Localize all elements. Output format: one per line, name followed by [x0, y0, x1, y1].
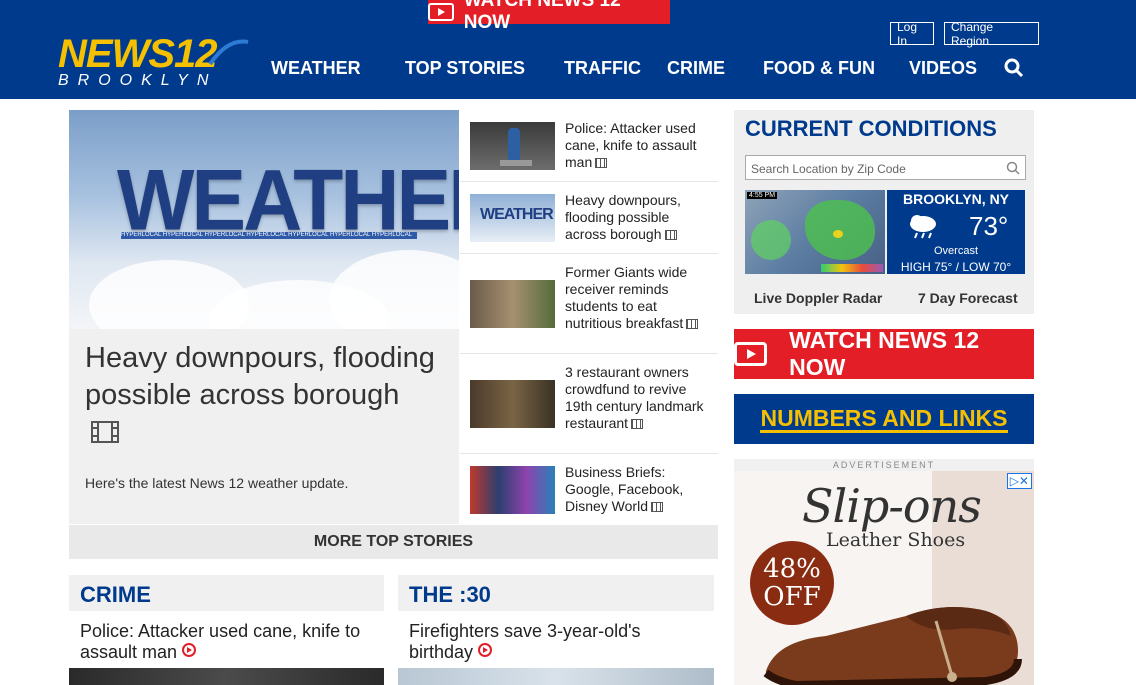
play-icon	[478, 643, 493, 657]
card-headline[interactable]: Firefighters save 3-year-old's birthday	[398, 611, 714, 668]
card-image[interactable]	[69, 668, 384, 685]
story-title[interactable]: Former Giants wide receiver reminds stud…	[565, 264, 710, 332]
logo-region-text: BROOKLYN	[58, 72, 218, 89]
login-button[interactable]: Log In	[890, 20, 934, 48]
numbers-and-links-button[interactable]: NUMBERS AND LINKS	[734, 394, 1034, 444]
watch-news12-now-button[interactable]: WATCH NEWS 12 NOW	[734, 327, 1034, 380]
doppler-radar-map[interactable]: 4:55 PM	[745, 190, 885, 274]
nav-traffic[interactable]: TRAFFIC	[564, 58, 641, 79]
forecast-temperature: 73°	[969, 211, 1009, 241]
nav-food-and-fun[interactable]: FOOD & FUN	[763, 58, 875, 79]
watch-news12-now-banner[interactable]: WATCH NEWS 12 NOW	[428, 0, 670, 33]
watch-news12-label: WATCH NEWS 12 NOW	[789, 327, 980, 380]
change-region-button[interactable]: Change Region	[944, 20, 1039, 48]
forecast-condition: Overcast	[933, 245, 978, 257]
hero-title[interactable]: Heavy downpours, flooding possible acros…	[85, 340, 435, 451]
story-thumbnail[interactable]	[470, 466, 555, 514]
crime-card: CRIME Police: Attacker used cane, knife …	[69, 575, 384, 685]
news12-brooklyn-logo[interactable]: NEWS12 BROOKLYN	[58, 34, 253, 90]
video-film-icon	[686, 319, 699, 329]
card-category[interactable]: THE :30	[409, 582, 491, 608]
card-headline[interactable]: Police: Attacker used cane, knife to ass…	[69, 611, 384, 668]
rain-cloud-icon	[910, 215, 936, 239]
thumbnail-text: WEATHER	[480, 206, 554, 223]
hero-story[interactable]: WEATHER HYPERLOCAL HYPERLOCAL HYPERLOCAL…	[69, 110, 459, 524]
story-title[interactable]: Police: Attacker used cane, knife to ass…	[565, 120, 710, 171]
numbers-and-links-label: NUMBERS AND LINKS	[760, 404, 1008, 433]
the-30-card: THE :30 Firefighters save 3-year-old's b…	[398, 575, 714, 685]
watch-banner-label: WATCH NEWS 12 NOW	[463, 0, 621, 33]
video-film-icon	[664, 230, 677, 240]
nav-top-stories[interactable]: TOP STORIES	[405, 58, 525, 79]
list-item[interactable]: WEATHER Heavy downpours, flooding possib…	[460, 182, 718, 254]
seven-day-forecast-link[interactable]: 7 Day Forecast	[918, 290, 1018, 306]
tv-play-icon	[734, 342, 768, 366]
live-doppler-radar-link[interactable]: Live Doppler Radar	[754, 290, 882, 306]
list-item[interactable]: Former Giants wide receiver reminds stud…	[460, 254, 718, 354]
nav-crime[interactable]: CRIME	[667, 58, 725, 79]
list-item[interactable]: 3 restaurant owners crowdfund to revive …	[460, 354, 718, 454]
tv-play-icon	[428, 3, 454, 21]
current-conditions-title: CURRENT CONDITIONS	[745, 116, 997, 141]
list-item[interactable]: Police: Attacker used cane, knife to ass…	[460, 110, 718, 182]
hero-weather-image[interactable]: WEATHER HYPERLOCAL HYPERLOCAL HYPERLOCAL…	[69, 110, 459, 329]
hero-image-strip: HYPERLOCAL HYPERLOCAL HYPERLOCAL HYPERLO…	[121, 232, 417, 239]
ad-title: Slip-ons	[802, 479, 982, 533]
card-image[interactable]	[398, 668, 714, 685]
ad-choices-close-icon[interactable]: ▷✕	[1006, 473, 1032, 489]
nav-videos[interactable]: VIDEOS	[909, 58, 977, 79]
more-top-stories-button[interactable]: MORE TOP STORIES	[69, 525, 718, 559]
play-icon	[182, 643, 197, 657]
story-title[interactable]: Heavy downpours, flooding possible acros…	[565, 192, 710, 243]
search-icon[interactable]	[1004, 58, 1024, 78]
search-icon[interactable]	[1006, 161, 1020, 175]
video-film-icon	[631, 419, 644, 429]
video-film-icon	[595, 158, 608, 168]
site-header: WATCH NEWS 12 NOW NEWS12 BROOKLYN Log In…	[0, 0, 1136, 99]
hero-title-text: Heavy downpours, flooding possible acros…	[85, 342, 435, 411]
video-film-icon	[91, 421, 119, 443]
ad-subtitle: Leather Shoes	[826, 529, 966, 551]
card-category[interactable]: CRIME	[80, 582, 151, 608]
nav-weather[interactable]: WEATHER	[271, 58, 361, 79]
forecast-location: BROOKLYN, NY	[902, 191, 1010, 207]
story-thumbnail[interactable]	[470, 280, 555, 328]
hero-subtitle: Here's the latest News 12 weather update…	[85, 475, 349, 491]
current-conditions-widget: CURRENT CONDITIONS Search Location by Zi…	[734, 110, 1034, 314]
zip-search-input[interactable]: Search Location by Zip Code	[745, 155, 1026, 180]
logo-swoosh-icon	[208, 39, 249, 66]
radar-time: 4:55 PM	[747, 192, 778, 199]
video-film-icon	[651, 502, 663, 512]
story-title[interactable]: 3 restaurant owners crowdfund to revive …	[565, 364, 710, 432]
forecast-panel[interactable]: BROOKLYN, NY 73° Overcast HIGH 75° / LOW…	[887, 190, 1025, 274]
ad-creative[interactable]: ▷✕ Slip-ons Leather Shoes 48% OFF	[734, 471, 1034, 685]
forecast-high-low: HIGH 75° / LOW 70°	[900, 260, 1012, 274]
story-thumbnail[interactable]: WEATHER	[470, 194, 555, 242]
advertisement-label: ADVERTISEMENT	[832, 460, 936, 470]
story-title[interactable]: Business Briefs: Google, Facebook, Disne…	[565, 464, 710, 515]
advertisement: ADVERTISEMENT ▷✕ Slip-ons Leather Shoes …	[734, 459, 1034, 685]
leather-shoe-image	[763, 607, 1022, 685]
list-item[interactable]: Business Briefs: Google, Facebook, Disne…	[460, 454, 718, 524]
story-thumbnail[interactable]	[470, 380, 555, 428]
top-stories-list: Police: Attacker used cane, knife to ass…	[460, 110, 718, 524]
story-thumbnail[interactable]	[470, 122, 555, 170]
